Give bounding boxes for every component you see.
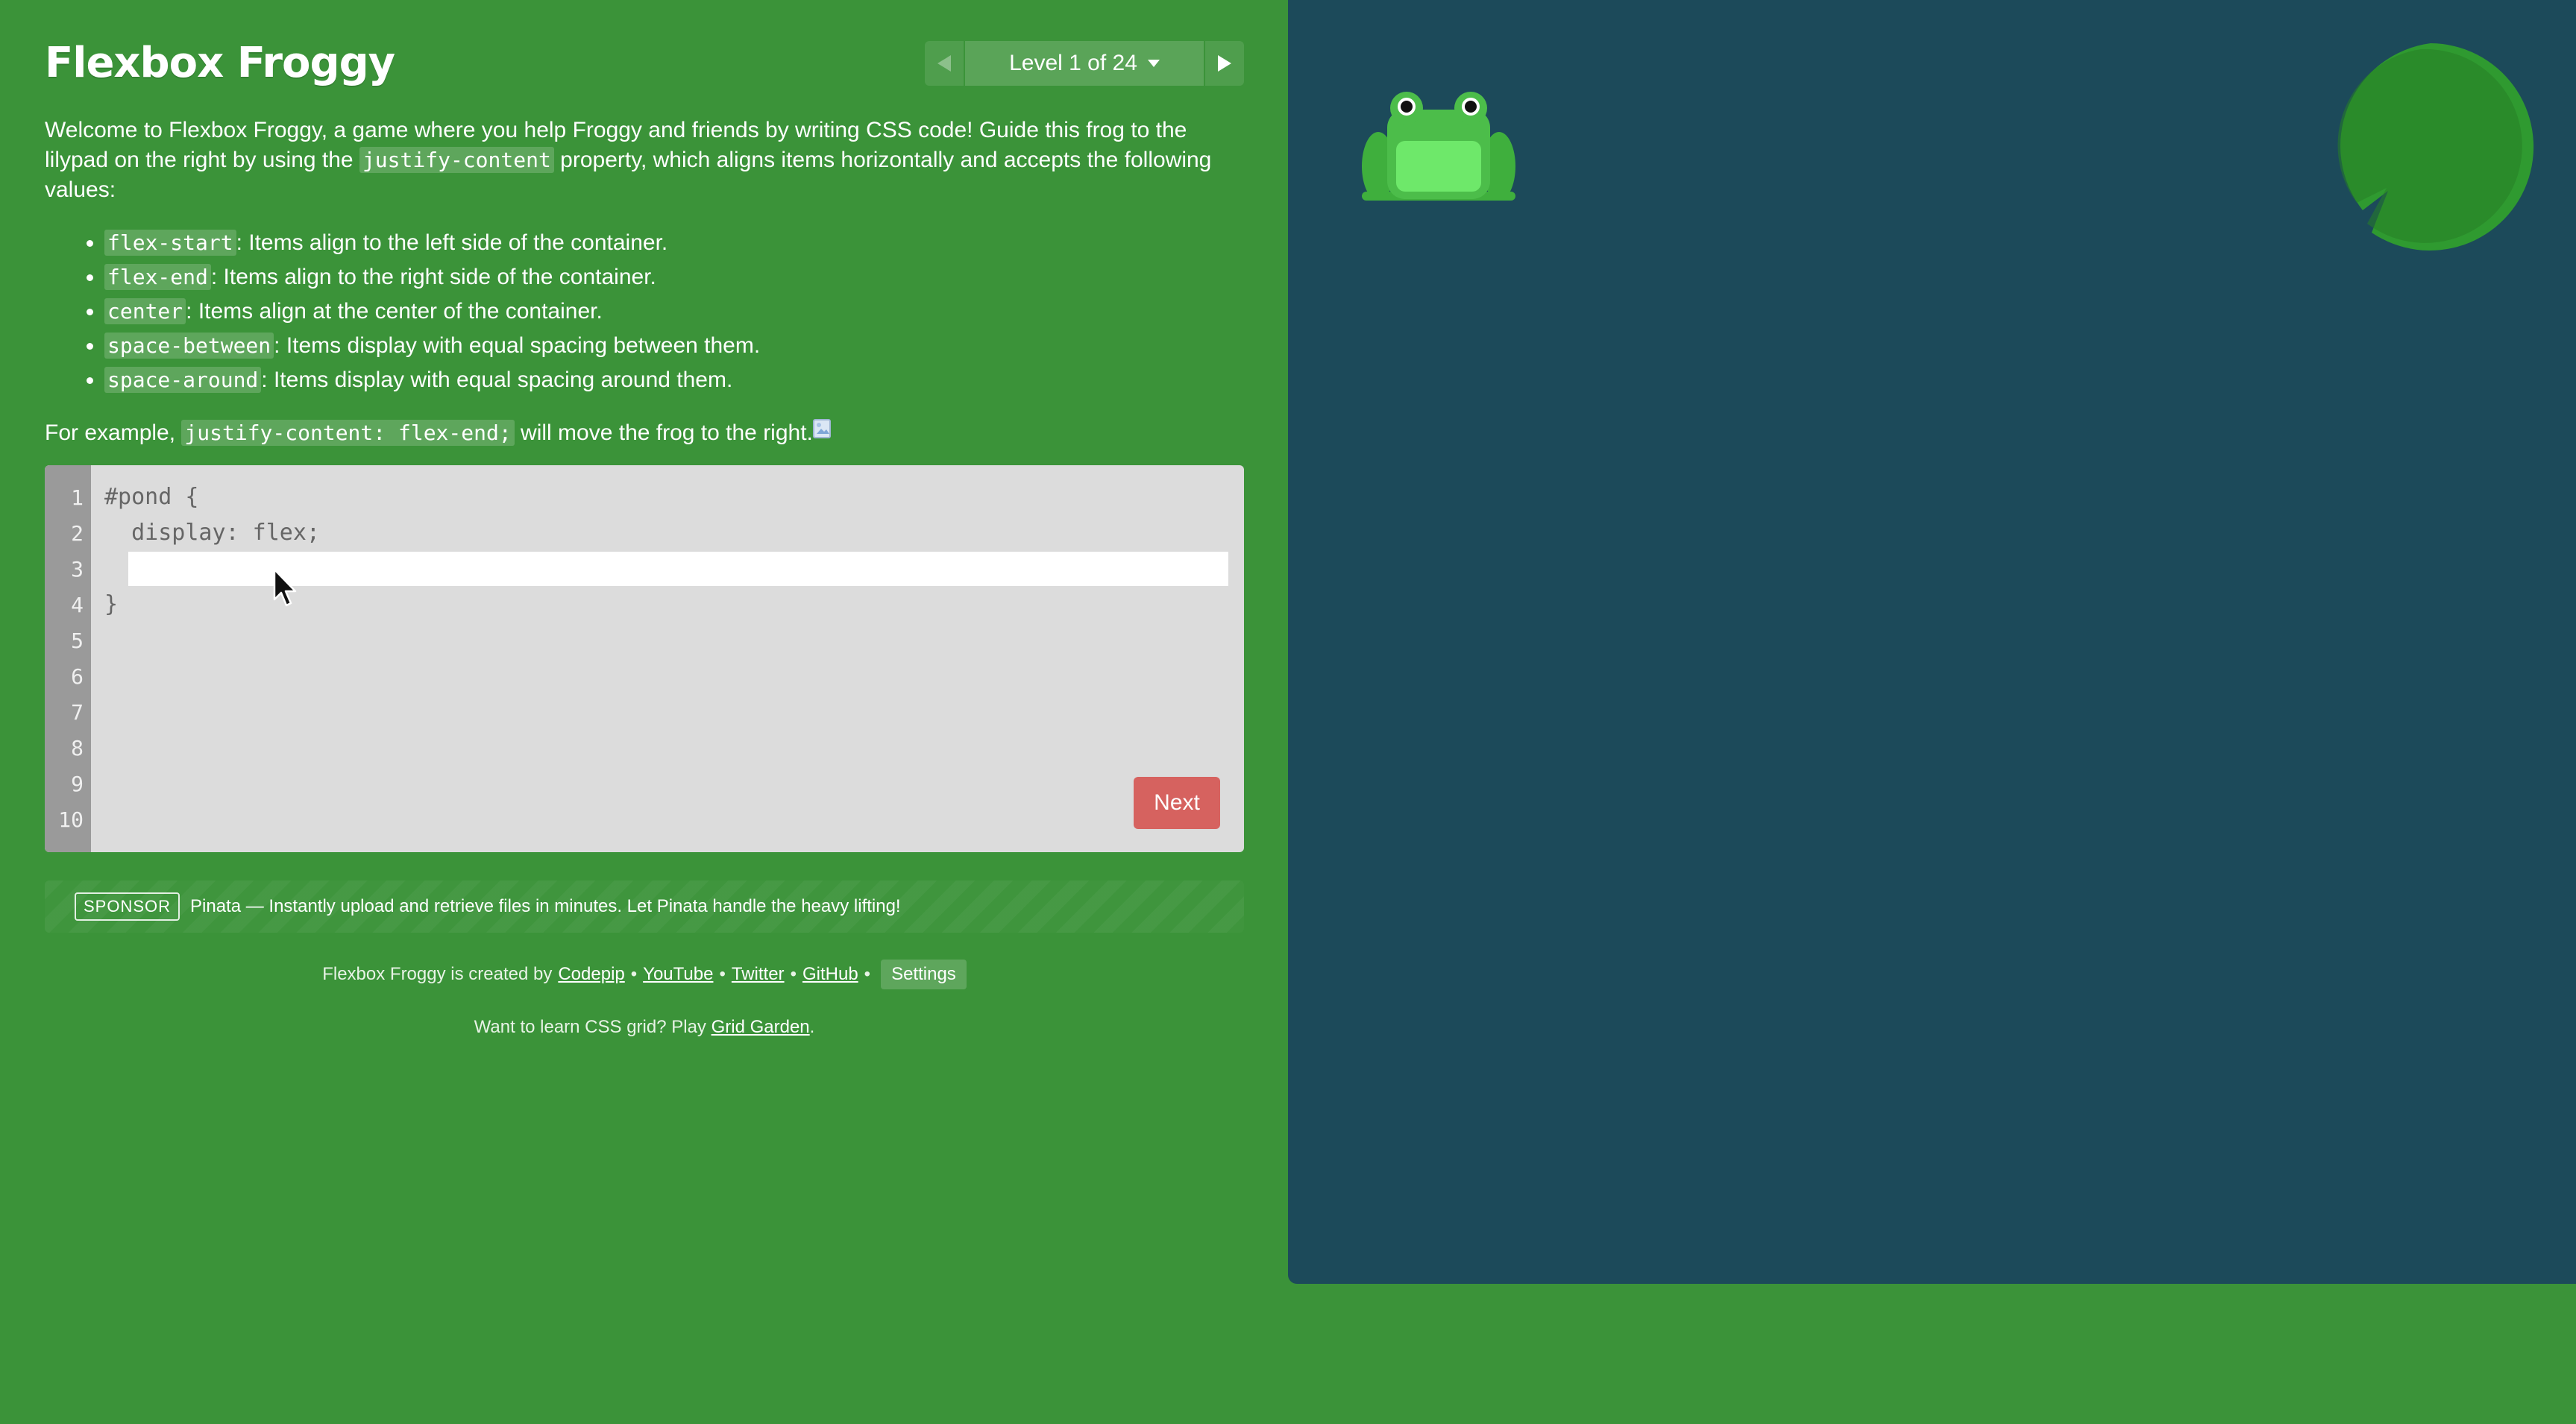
values-list: flex-start: Items align to the left side… [45,226,1245,397]
broken-image-icon [812,419,831,438]
promo-text: Want to learn CSS grid? Play [474,1017,711,1037]
list-item: space-between: Items display with equal … [104,329,1245,363]
next-button[interactable]: Next [1134,777,1220,829]
sidebar: Flexbox Froggy Level 1 of 24 Welcome to [0,0,1289,1424]
value-description: : Items align at the center of the conta… [186,299,603,324]
line-number: 7 [71,700,84,725]
pond [1288,0,2576,1284]
twitter-link[interactable]: Twitter [732,964,785,985]
value-description: : Items align to the right side of the c… [210,265,656,289]
css-editor: 1 2 3 4 5 6 7 8 9 10 #pond { display: fl… [45,465,1244,852]
triangle-right-icon [1218,55,1231,72]
line-number: 1 [71,485,84,510]
example-text: For example, [45,420,182,445]
value-code: space-around [104,367,262,393]
value-description: : Items display with equal spacing betwe… [274,333,761,358]
value-code: flex-start [104,230,236,256]
line-number: 9 [71,772,84,796]
example-code: justify-content: flex-end; [181,420,515,446]
code-line: display: flex; [104,520,320,546]
line-number: 10 [58,807,84,832]
level-indicator[interactable]: Level 1 of 24 [965,41,1204,86]
game-title: Flexbox Froggy [45,39,395,87]
youtube-link[interactable]: YouTube [643,964,713,985]
lilypad-icon [2337,43,2534,251]
frog-icon [1362,92,1515,201]
line-number: 2 [71,521,84,546]
triangle-left-icon [937,55,951,72]
value-code: space-between [104,333,274,359]
grid-garden-link[interactable]: Grid Garden [711,1017,810,1037]
intro-paragraph: Welcome to Flexbox Froggy, a game where … [45,116,1245,205]
line-number: 3 [71,557,84,582]
previous-level-button[interactable] [925,41,964,86]
sponsor-banner[interactable]: SPONSOR Pinata — Instantly upload and re… [45,880,1244,933]
grid-garden-promo: Want to learn CSS grid? Play Grid Garden… [45,1017,1244,1038]
line-number: 6 [71,664,84,689]
level-navigation: Level 1 of 24 [925,41,1244,86]
next-level-button[interactable] [1205,41,1244,86]
list-item: space-around: Items display with equal s… [104,363,1245,397]
example-text-end: will move the frog to the right. [514,420,813,445]
value-description: : Items display with equal spacing aroun… [261,368,733,392]
sponsor-badge: SPONSOR [75,892,180,921]
separator: • [790,964,797,984]
list-item: center: Items align at the center of the… [104,294,1245,329]
value-code: center [104,298,186,324]
level-label: Level 1 of 24 [1009,51,1137,75]
promo-text-end: . [809,1017,815,1037]
line-number-gutter: 1 2 3 4 5 6 7 8 9 10 [45,465,91,852]
line-number: 5 [71,628,84,653]
code-line: #pond { [104,484,199,510]
mouse-cursor-icon [273,568,297,607]
app-root: Flexbox Froggy Level 1 of 24 Welcome to [0,0,2576,1424]
github-link[interactable]: GitHub [802,964,858,985]
separator: • [864,964,871,984]
value-description: : Items align to the left side of the co… [236,230,668,255]
separator: • [630,964,638,984]
example-paragraph: For example, justify-content: flex-end; … [45,418,1245,448]
line-number: 4 [71,593,84,617]
code-line: } [104,591,119,617]
instructions: Welcome to Flexbox Froggy, a game where … [45,116,1245,448]
credits: Flexbox Froggy is created by Codepip • Y… [45,957,1244,992]
separator: • [719,964,726,984]
settings-button[interactable]: Settings [881,960,967,989]
value-code: flex-end [104,264,211,290]
property-code: justify-content [359,147,554,173]
credits-text: Flexbox Froggy is created by [322,964,553,984]
sponsor-text[interactable]: Pinata — Instantly upload and retrieve f… [190,896,901,917]
codepip-link[interactable]: Codepip [558,964,624,985]
line-number: 8 [71,736,84,760]
list-item: flex-start: Items align to the left side… [104,226,1245,260]
caret-down-icon [1147,60,1160,67]
list-item: flex-end: Items align to the right side … [104,260,1245,294]
